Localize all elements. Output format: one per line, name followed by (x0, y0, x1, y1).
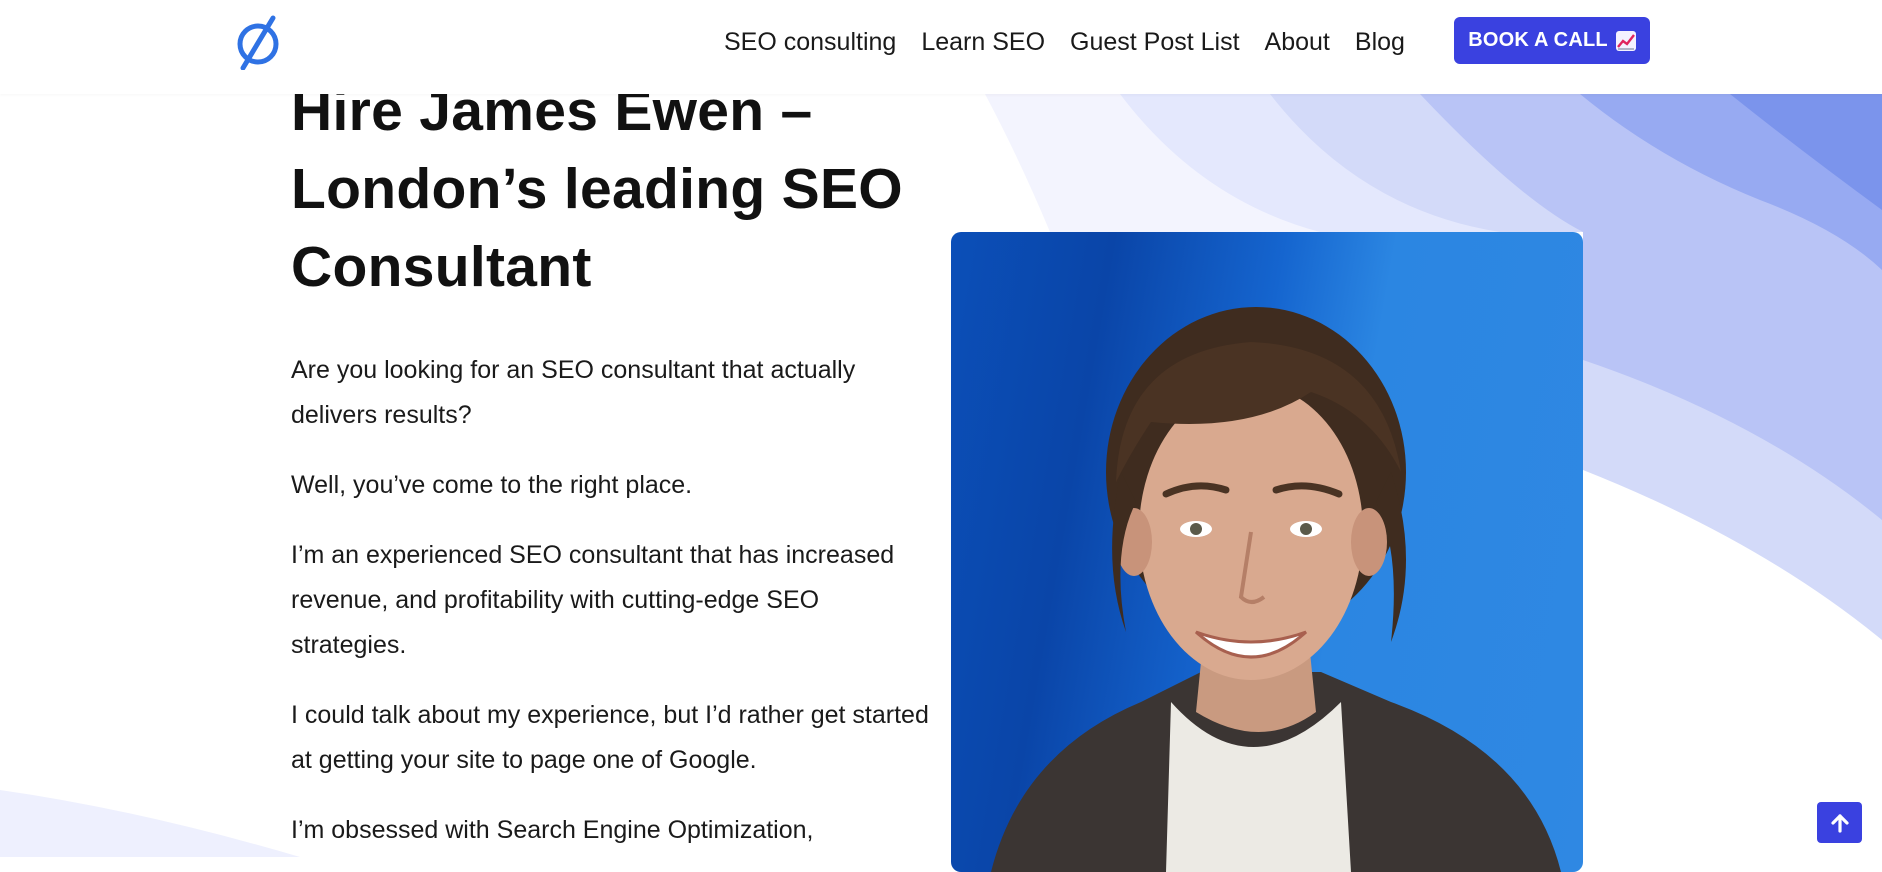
nav-item-guest-post-list[interactable]: Guest Post List (1070, 28, 1240, 57)
intro-paragraph-5: I’m obsessed with Search Engine Optimiza… (291, 816, 814, 844)
intro-paragraph-1: Are you looking for an SEO consultant th… (291, 356, 856, 429)
page-title: Hire James Ewen – London’s leading SEO C… (291, 79, 903, 299)
slashed-circle-logo-icon[interactable] (234, 14, 282, 70)
nav-item-seo-consulting[interactable]: SEO consulting (724, 28, 896, 57)
chart-increasing-icon (1615, 30, 1636, 51)
portrait-photo (951, 232, 1583, 872)
intro-paragraph-4: I could talk about my experience, but I’… (291, 701, 929, 774)
site-header: SEO consulting Learn SEO Guest Post List… (0, 0, 1882, 94)
scroll-to-top-button[interactable] (1817, 802, 1862, 843)
portrait-illustration (991, 307, 1561, 872)
nav-item-about[interactable]: About (1265, 28, 1330, 57)
arrow-up-icon (1830, 813, 1849, 833)
nav-item-blog[interactable]: Blog (1355, 28, 1405, 57)
background-waves (0, 94, 1882, 857)
intro-paragraph-2: Well, you’ve come to the right place. (291, 471, 693, 499)
nav-item-learn-seo[interactable]: Learn SEO (921, 28, 1045, 57)
intro-paragraph-3: I’m an experienced SEO consultant that h… (291, 541, 895, 659)
main-nav: SEO consulting Learn SEO Guest Post List… (724, 0, 1405, 84)
book-a-call-button[interactable]: BOOK A CALL (1454, 17, 1650, 64)
book-a-call-label: BOOK A CALL (1468, 29, 1608, 51)
